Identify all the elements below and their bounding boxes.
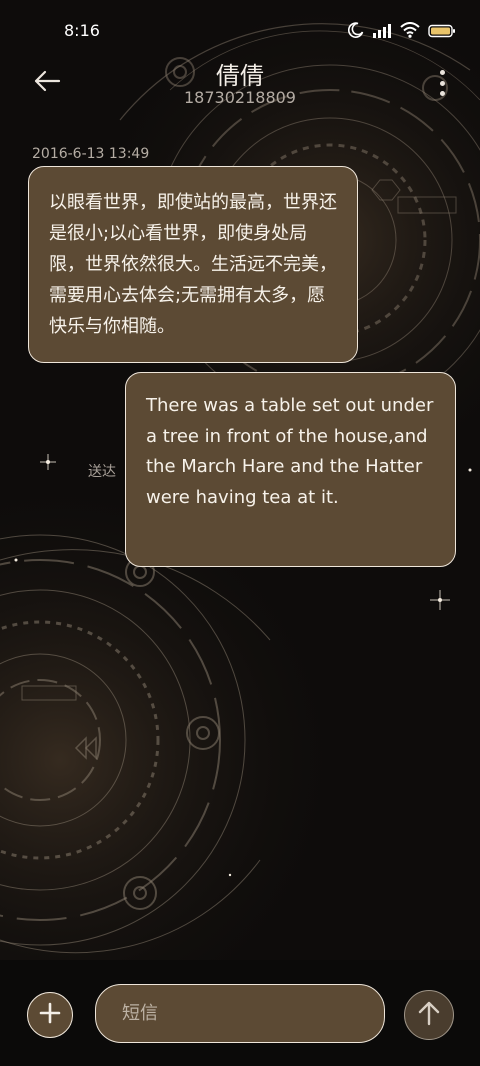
more-options-button[interactable] — [434, 70, 450, 96]
message-input[interactable] — [95, 984, 385, 1043]
signal-icon — [372, 23, 392, 42]
arrow-up-icon — [417, 1000, 441, 1030]
status-bar: 8:16 — [0, 0, 480, 60]
send-button[interactable] — [404, 990, 454, 1040]
add-attachment-button[interactable] — [27, 992, 73, 1038]
moon-icon — [347, 22, 364, 42]
wifi-icon — [400, 22, 420, 42]
outgoing-message-bubble[interactable]: There was a table set out under a tree i… — [125, 372, 456, 567]
incoming-message-bubble[interactable]: 以眼看世界，即使站的最高，世界还是很小;以心看世界，即使身处局限，世界依然很大。… — [28, 166, 358, 363]
more-vertical-icon — [439, 70, 445, 75]
contact-number: 18730218809 — [184, 88, 296, 107]
contact-name: 倩倩 — [216, 62, 264, 90]
status-icons — [347, 22, 456, 42]
battery-icon — [428, 23, 456, 42]
status-time: 8:16 — [64, 21, 100, 40]
conversation-header: 倩倩 18730218809 — [0, 56, 480, 116]
plus-icon — [38, 1001, 62, 1029]
message-timestamp: 2016-6-13 13:49 — [32, 146, 150, 162]
delivery-status: 送达 — [88, 464, 116, 480]
